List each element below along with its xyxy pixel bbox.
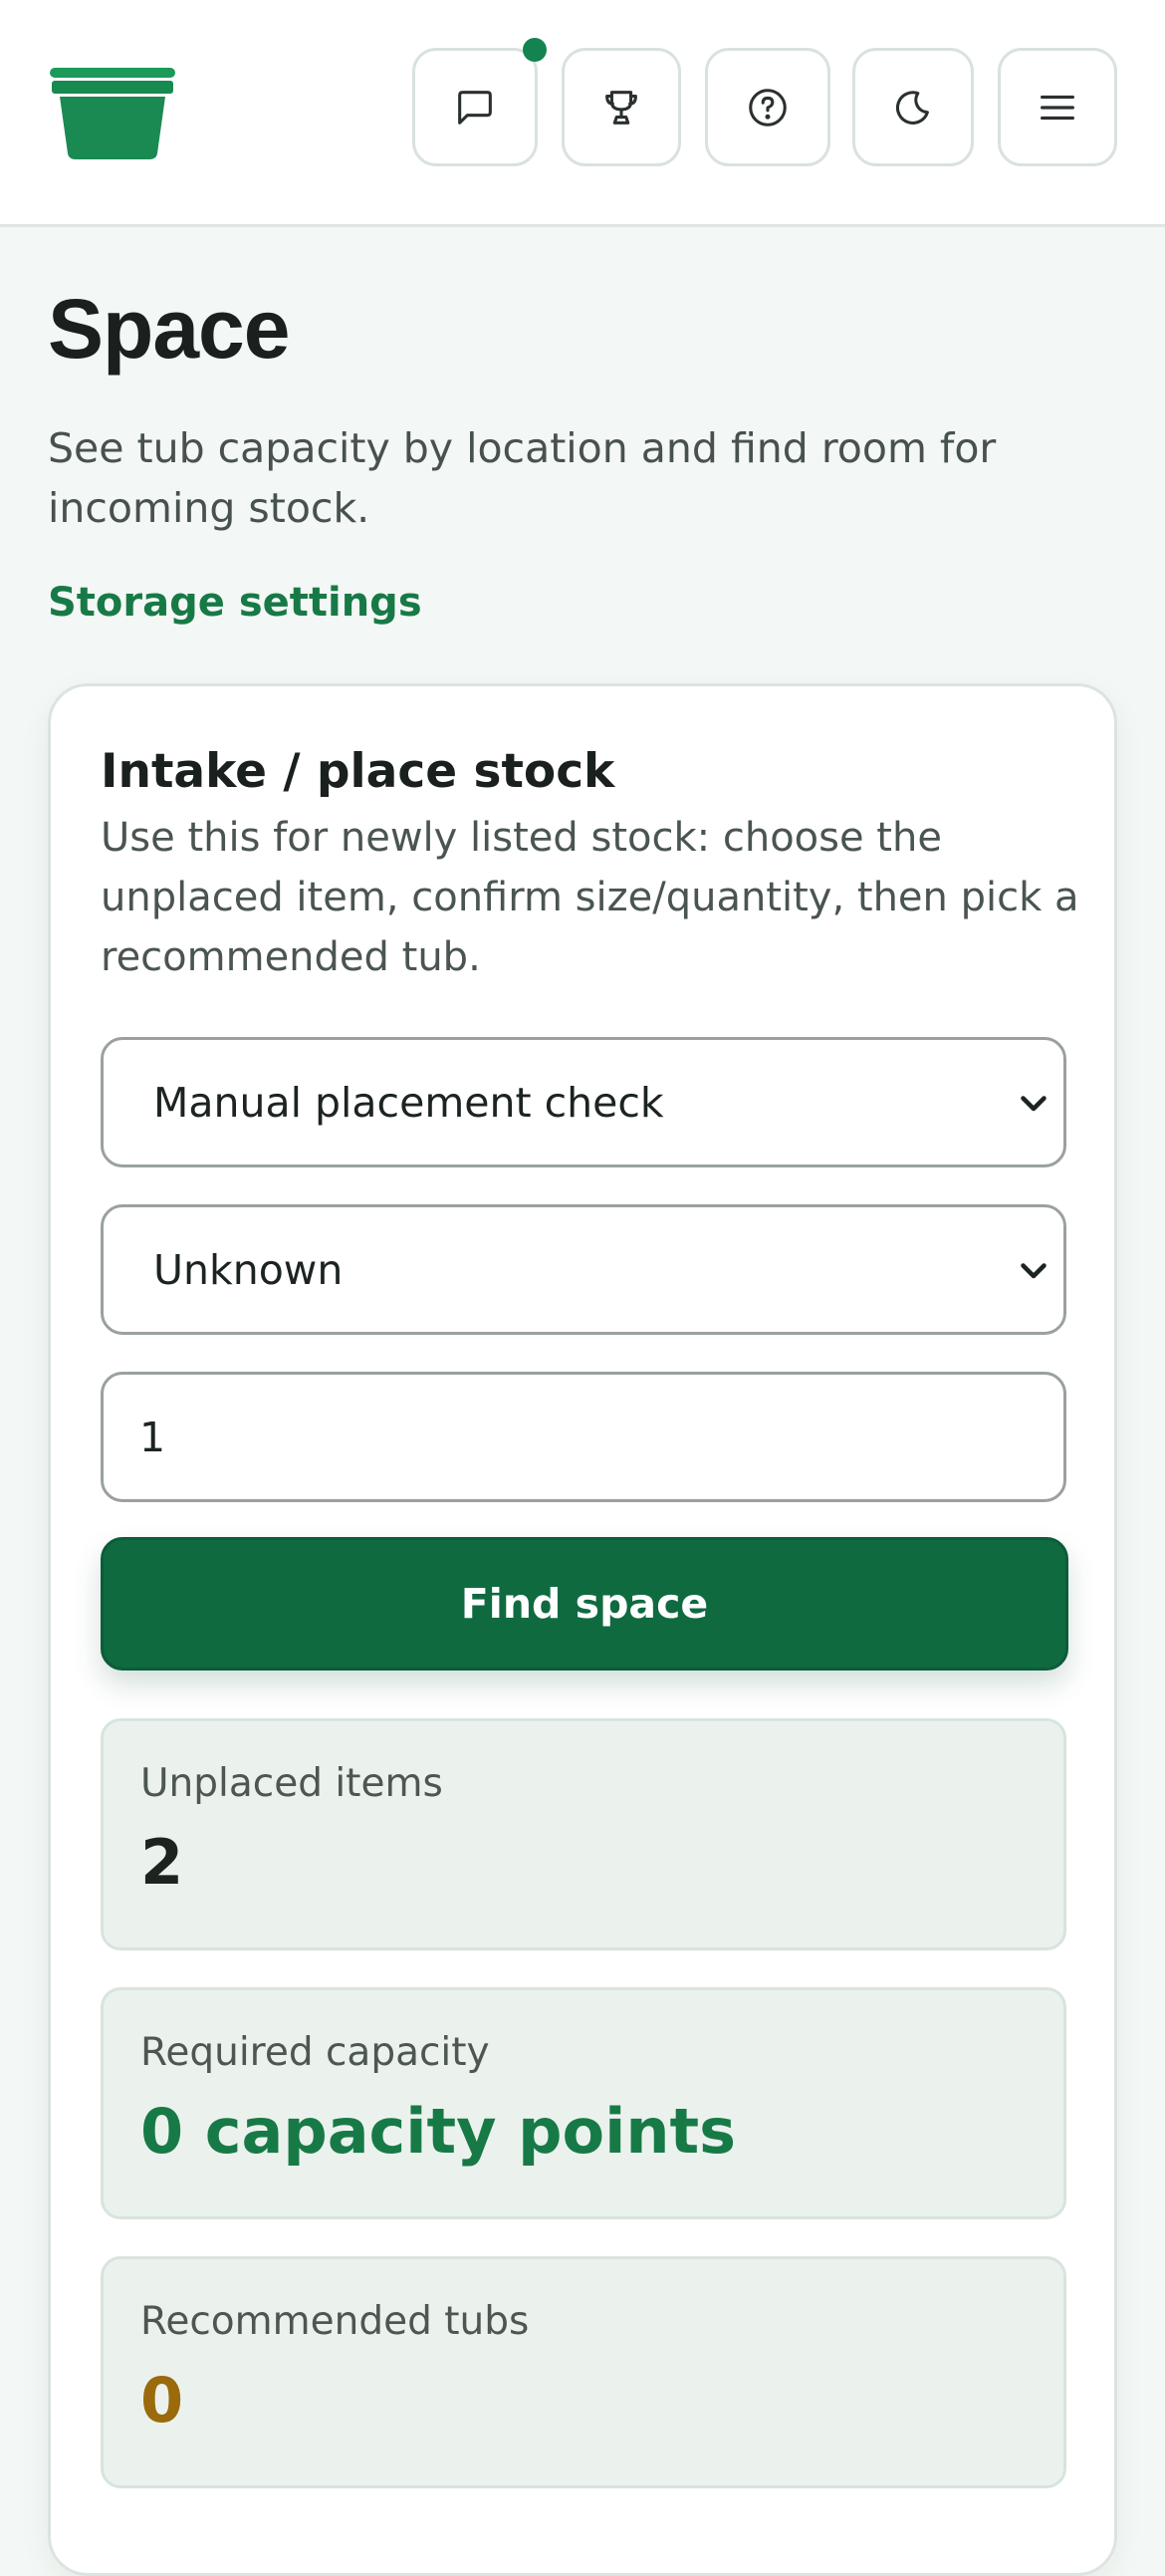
message-square-icon bbox=[458, 90, 492, 125]
help-circle-icon bbox=[749, 88, 787, 127]
item-select-value: Manual placement check bbox=[153, 1078, 664, 1127]
intake-card: Intake / place stock Use this for newly … bbox=[48, 683, 1117, 2576]
menu-button[interactable] bbox=[998, 48, 1117, 166]
tub-logo-icon[interactable] bbox=[50, 68, 175, 159]
stat-recommended-tubs: Recommended tubs 0 bbox=[101, 2256, 1066, 2488]
notification-dot bbox=[523, 38, 547, 62]
quantity-value: 1 bbox=[139, 1413, 166, 1461]
stat-label: Unplaced items bbox=[140, 1761, 443, 1806]
stat-value: 0 capacity points bbox=[140, 2095, 737, 2168]
help-button[interactable] bbox=[705, 48, 830, 166]
theme-toggle-button[interactable] bbox=[852, 48, 974, 166]
stat-required-capacity: Required capacity 0 capacity points bbox=[101, 1987, 1066, 2219]
stat-label: Recommended tubs bbox=[140, 2299, 530, 2344]
achievements-button[interactable] bbox=[562, 48, 681, 166]
messages-button[interactable] bbox=[412, 48, 538, 166]
intake-card-title: Intake / place stock bbox=[101, 744, 615, 799]
intake-card-description: Use this for newly listed stock: choose … bbox=[101, 815, 1079, 980]
stat-label: Required capacity bbox=[140, 2030, 490, 2075]
item-select[interactable]: Manual placement check bbox=[101, 1037, 1066, 1167]
page-subtitle: See tub capacity by location and find ro… bbox=[48, 424, 997, 532]
trophy-icon bbox=[605, 90, 637, 125]
chevron-down-icon bbox=[1021, 1262, 1047, 1278]
page-title: Space bbox=[48, 282, 290, 376]
stat-unplaced-items: Unplaced items 2 bbox=[101, 1718, 1066, 1950]
moon-icon bbox=[895, 90, 929, 125]
stat-value: 0 bbox=[140, 2364, 184, 2437]
size-select-value: Unknown bbox=[153, 1245, 344, 1294]
top-bar bbox=[0, 0, 1165, 227]
hamburger-menu-icon bbox=[1041, 95, 1074, 120]
chevron-down-icon bbox=[1021, 1095, 1047, 1111]
quantity-input[interactable]: 1 bbox=[101, 1372, 1066, 1502]
find-space-button[interactable]: Find space bbox=[101, 1537, 1068, 1671]
storage-settings-link[interactable]: Storage settings bbox=[48, 580, 422, 626]
stat-value: 2 bbox=[140, 1826, 184, 1899]
size-select[interactable]: Unknown bbox=[101, 1204, 1066, 1335]
